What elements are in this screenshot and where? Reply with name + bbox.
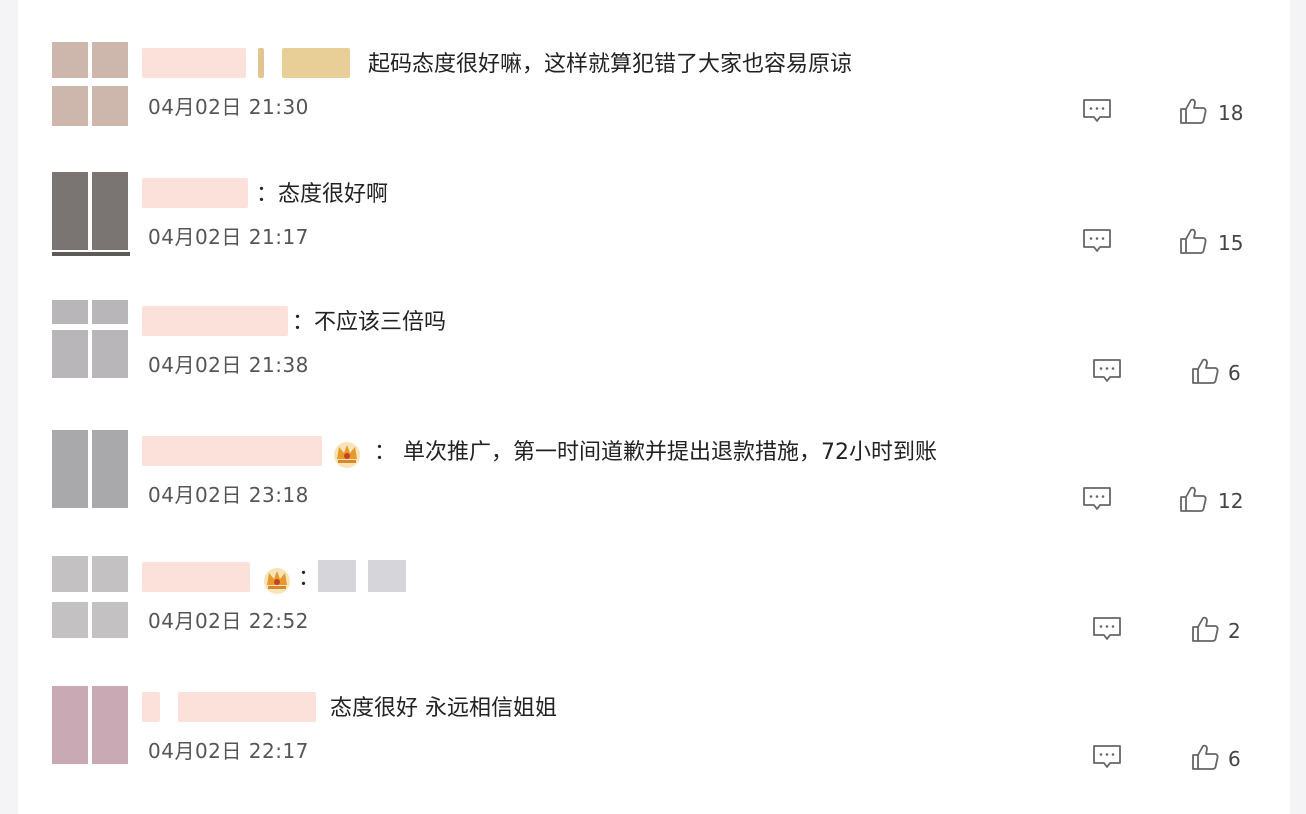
like-count: 18	[1218, 101, 1244, 125]
avatar[interactable]	[52, 430, 132, 516]
comment-item: ：态度很好啊 04月02日 21:17 15	[18, 172, 1290, 300]
username[interactable]	[178, 692, 316, 722]
comment-time: 04月02日 22:52	[148, 609, 309, 633]
like-count: 6	[1228, 361, 1241, 385]
avatar[interactable]	[52, 686, 132, 772]
comment-item: ：不应该三倍吗 04月02日 21:38 6	[18, 300, 1290, 428]
comment-icon[interactable]	[1082, 98, 1112, 124]
username-decoration	[258, 48, 264, 78]
crown-badge-icon	[260, 562, 294, 596]
comment-text: ：	[298, 566, 321, 591]
thumbs-up-icon[interactable]	[1190, 356, 1220, 386]
crown-badge-icon	[330, 436, 364, 470]
comment-text: ： 单次推广，第一时间道歉并提出退款措施，72小时到账	[374, 440, 937, 465]
like-count: 12	[1218, 489, 1244, 513]
comment-icon[interactable]	[1092, 358, 1122, 384]
comment-item: ： 04月02日 22:52 2	[18, 556, 1290, 684]
thumbs-up-icon[interactable]	[1190, 742, 1220, 772]
comment-time: 04月02日 21:38	[148, 353, 309, 377]
comment-item: 起码态度很好嘛，这样就算犯错了大家也容易原谅 04月02日 21:30 18	[18, 42, 1290, 170]
image-sticker[interactable]	[318, 560, 356, 592]
thumbs-up-icon[interactable]	[1190, 614, 1220, 644]
comment-icon[interactable]	[1092, 744, 1122, 770]
username[interactable]	[142, 306, 288, 336]
username[interactable]	[142, 48, 246, 78]
thumbs-up-icon[interactable]	[1178, 96, 1208, 126]
comment-time: 04月02日 23:18	[148, 483, 309, 507]
comment-text: 起码态度很好嘛，这样就算犯错了大家也容易原谅	[368, 52, 853, 77]
comment-icon[interactable]	[1082, 228, 1112, 254]
like-count: 6	[1228, 747, 1241, 771]
comment-list: 起码态度很好嘛，这样就算犯错了大家也容易原谅 04月02日 21:30 18 ：…	[18, 0, 1290, 814]
thumbs-up-icon[interactable]	[1178, 226, 1208, 256]
comment-icon[interactable]	[1092, 616, 1122, 642]
thumbs-up-icon[interactable]	[1178, 484, 1208, 514]
username-prefix	[142, 692, 160, 722]
avatar[interactable]	[52, 42, 132, 128]
comment-text: ：不应该三倍吗	[292, 310, 447, 335]
comment-time: 04月02日 21:30	[148, 95, 309, 119]
comment-time: 04月02日 22:17	[148, 739, 309, 763]
like-count: 2	[1228, 619, 1241, 643]
username[interactable]	[142, 178, 248, 208]
like-count: 15	[1218, 231, 1244, 255]
comment-item: ： 单次推广，第一时间道歉并提出退款措施，72小时到账 04月02日 23:18…	[18, 430, 1290, 558]
username[interactable]	[142, 436, 322, 466]
comment-text: 态度很好 永远相信姐姐	[330, 696, 557, 721]
comment-text: ：态度很好啊	[256, 182, 389, 207]
image-sticker[interactable]	[368, 560, 406, 592]
user-badge	[282, 48, 350, 78]
comment-icon[interactable]	[1082, 486, 1112, 512]
username[interactable]	[142, 562, 250, 592]
avatar[interactable]	[52, 556, 132, 642]
comment-time: 04月02日 21:17	[148, 225, 309, 249]
avatar[interactable]	[52, 172, 132, 258]
comment-item: 态度很好 永远相信姐姐 04月02日 22:17 6	[18, 686, 1290, 814]
avatar[interactable]	[52, 300, 132, 386]
